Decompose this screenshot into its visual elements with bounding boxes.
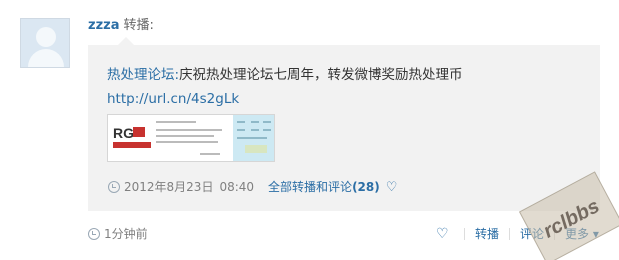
all-reposts-label: 全部转播和评论 [268, 180, 353, 194]
original-author[interactable]: 热处理论坛: [107, 67, 179, 83]
thumbnail-button [245, 145, 267, 153]
clock-icon [88, 228, 100, 240]
avatar-body [28, 49, 64, 67]
thumbnail-side-panel [233, 115, 274, 161]
forum-logo: RG [113, 125, 151, 155]
original-date[interactable]: 2012年8月23日 [124, 180, 213, 194]
logo-mark: RG [113, 125, 134, 141]
avatar[interactable] [20, 18, 70, 68]
like-heart-icon[interactable]: ♡ [436, 226, 454, 242]
posted-ago[interactable]: 1分钟前 [104, 227, 148, 241]
post-time: 1分钟前 [88, 226, 148, 242]
thumbnail-text-lines [156, 119, 228, 159]
heart-icon[interactable]: ♡ [386, 180, 398, 196]
reposted-content: 热处理论坛:庆祝热处理论坛七周年，转发微博奖励热处理币 http://url.c… [88, 37, 600, 211]
original-link[interactable]: http://url.cn/4s2gLk [107, 89, 239, 109]
logo-star [133, 127, 145, 137]
divider [509, 228, 511, 240]
repost-action-label: 转播: [123, 18, 154, 33]
logo-bar [113, 142, 151, 148]
original-post-text: 热处理论坛:庆祝热处理论坛七周年，转发微博奖励热处理币 [107, 65, 463, 85]
all-reposts-link[interactable]: 全部转播和评论(28) [268, 180, 380, 194]
original-time[interactable]: 08:40 [219, 180, 254, 194]
username[interactable]: zzza [88, 18, 119, 33]
box-caret [118, 37, 134, 45]
repost-button[interactable]: 转播 [475, 227, 499, 241]
original-text: 庆祝热处理论坛七周年，转发微博奖励热处理币 [179, 67, 463, 83]
original-meta: 2012年8月23日 08:40 全部转播和评论(28) ♡ [108, 179, 397, 196]
watermark-text: rclbbs [539, 195, 604, 243]
clock-icon [108, 181, 120, 193]
reposts-count: (28) [352, 180, 380, 194]
post-header: zzza 转播: [88, 16, 154, 36]
image-thumbnail[interactable]: RG [107, 114, 275, 162]
avatar-head [36, 27, 56, 47]
divider [464, 228, 465, 240]
